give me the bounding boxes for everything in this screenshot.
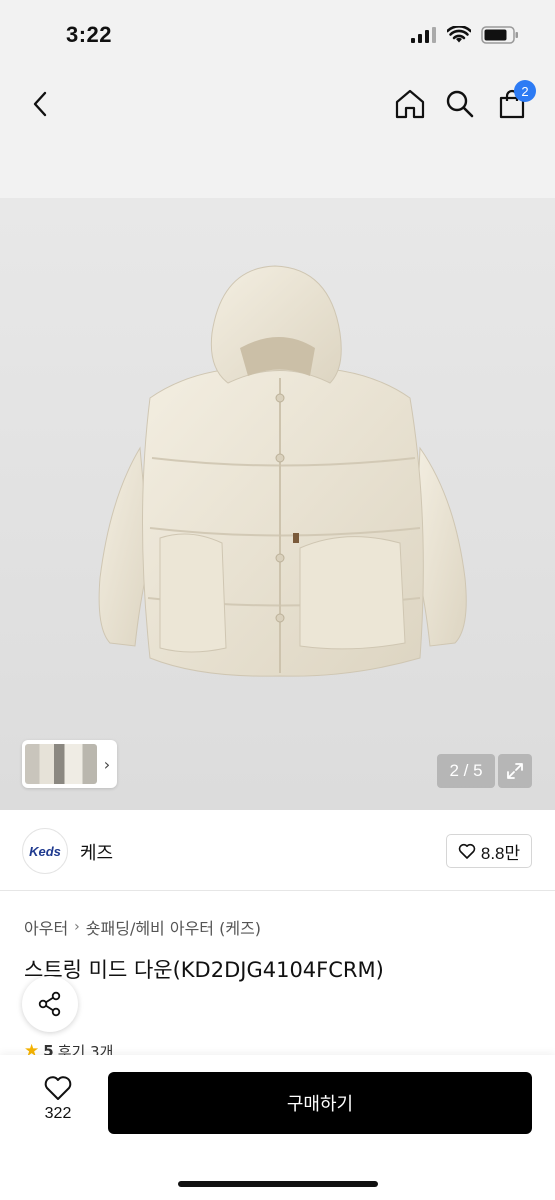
status-icons [411, 26, 519, 44]
search-icon [446, 90, 474, 118]
product-title: 스트링 미드 다운(KD2DJG4104FCRM) [24, 958, 384, 982]
home-indicator [178, 1181, 378, 1187]
image-counter: 2 / 5 [437, 754, 495, 788]
signal-icon [411, 27, 436, 43]
bottom-bar: 322 구매하기 [0, 1055, 555, 1200]
cart-button[interactable]: 2 [492, 80, 536, 124]
breadcrumb-level2[interactable]: 숏패딩/헤비 아우터 (케즈) [86, 915, 261, 939]
nav-bar: 2 [0, 74, 555, 134]
chevron-right-icon: › [74, 919, 80, 935]
buy-button[interactable]: 구매하기 [108, 1072, 532, 1134]
brand-name[interactable]: 케즈 [80, 839, 113, 865]
share-icon [38, 991, 61, 1017]
breadcrumb: 아우터 › 숏패딩/헤비 아우터 (케즈) [24, 915, 261, 939]
puffer-jacket-image [98, 265, 467, 677]
status-bar: 3:22 [0, 0, 555, 70]
wishlist-button[interactable]: 322 [36, 1075, 80, 1123]
brand-logo-text: Keds [29, 843, 61, 859]
thumbnail-strip[interactable]: › [22, 740, 117, 788]
heart-icon [44, 1076, 72, 1100]
cart-count-badge: 2 [514, 80, 536, 102]
wifi-icon [447, 26, 471, 43]
brand-row: Keds 케즈 8.8만 [0, 810, 555, 891]
chevron-left-icon [33, 91, 47, 117]
battery-icon [481, 26, 518, 44]
wishlist-count: 322 [44, 1105, 72, 1122]
heart-icon [458, 843, 476, 859]
home-icon [395, 89, 425, 119]
expand-button[interactable] [498, 754, 532, 788]
brand-logo[interactable]: Keds [22, 828, 68, 874]
brand-like-count: 8.8만 [480, 843, 521, 863]
expand-icon [507, 763, 523, 779]
back-button[interactable] [20, 84, 60, 124]
breadcrumb-level1[interactable]: 아우터 [24, 915, 68, 939]
brand-like-button[interactable]: 8.8만 [446, 834, 532, 868]
status-time: 3:22 [66, 22, 113, 47]
share-button[interactable] [22, 976, 78, 1032]
thumbnail-image [25, 744, 97, 784]
chevron-right-icon: › [103, 754, 111, 774]
home-button[interactable] [390, 84, 430, 124]
product-image[interactable] [0, 198, 555, 810]
search-button[interactable] [440, 84, 480, 124]
